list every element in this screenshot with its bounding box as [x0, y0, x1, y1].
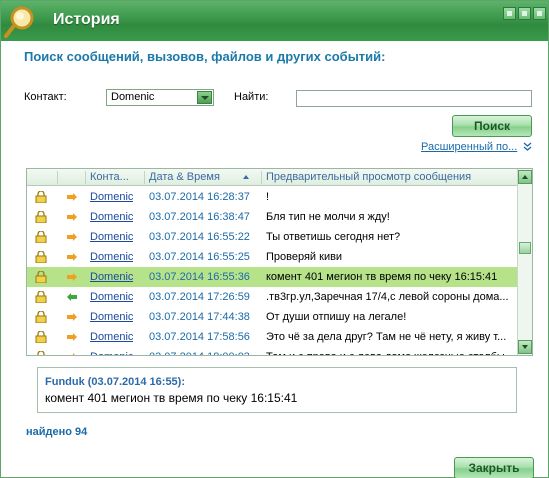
arrow-right-icon [67, 253, 77, 261]
page-heading: Поиск сообщений, вызовов, файлов и други… [24, 49, 386, 64]
table-header: Конта... Дата & Время Предварительный пр… [27, 169, 517, 186]
contact-link[interactable]: Domenic [90, 211, 133, 223]
column-divider [57, 171, 58, 184]
table-row[interactable]: Domenic 03.07.2014 16:55:22 Ты ответишь се… [27, 227, 517, 247]
find-label: Найти: [234, 91, 269, 103]
scroll-thumb[interactable] [519, 242, 531, 254]
column-divider [85, 171, 86, 184]
search-input[interactable] [296, 90, 532, 107]
datetime-cell: 03.07.2014 16:55:25 [149, 251, 250, 263]
window-title: История [53, 11, 120, 28]
datetime-cell: 03.07.2014 17:26:59 [149, 291, 250, 303]
contact-select[interactable]: Domenic [106, 89, 214, 106]
table-row[interactable]: Domenic 03.07.2014 17:44:38 От души отпишу… [27, 307, 517, 327]
user-lock-icon [35, 311, 47, 323]
user-lock-icon [35, 191, 47, 203]
arrow-right-icon [67, 333, 77, 341]
table-row[interactable]: Domenic 03.07.2014 16:55:25 Проверяй киви [27, 247, 517, 267]
message-preview-cell: .тв3гр.ул,Заречная 17/4,с левой сороны д… [266, 291, 509, 303]
message-preview-cell: Бля тип не молчи я жду! [266, 211, 390, 223]
found-count: найдено 94 [26, 426, 88, 438]
column-header-preview[interactable]: Предварительный просмотр сообщения [266, 171, 471, 183]
datetime-cell: 03.07.2014 17:58:56 [149, 331, 250, 343]
contact-link[interactable]: Domenic [90, 231, 133, 243]
contact-link[interactable]: Domenic [90, 271, 133, 283]
arrow-right-icon [67, 213, 77, 221]
contact-label: Контакт: [24, 91, 67, 103]
message-preview-cell: Там и с права и с лева дома железные сто… [266, 351, 516, 355]
message-preview-cell: Ты ответишь сегодня нет? [266, 231, 401, 243]
preview-header: Funduk (03.07.2014 16:55): [45, 376, 186, 388]
magnifier-logo-icon [4, 6, 34, 38]
message-preview-cell: Это чё за дела друг? Там не чё нету, я ж… [266, 331, 507, 343]
arrow-right-icon [67, 273, 77, 281]
table-row[interactable]: Domenic 03.07.2014 18:00:03 Там и с права … [27, 347, 517, 355]
vertical-scrollbar[interactable] [517, 169, 532, 355]
table-row[interactable]: Domenic 03.07.2014 16:28:37! [27, 187, 517, 207]
contact-link[interactable]: Domenic [90, 331, 133, 343]
arrow-right-icon [67, 233, 77, 241]
table-row[interactable]: Domenic 03.07.2014 17:58:56 Это чё за дела… [27, 327, 517, 347]
datetime-cell: 03.07.2014 16:28:37 [149, 191, 250, 203]
contact-link[interactable]: Domenic [90, 291, 133, 303]
column-divider [261, 171, 262, 184]
results-table: Конта... Дата & Время Предварительный пр… [26, 168, 533, 356]
column-divider [144, 171, 145, 184]
user-lock-icon [35, 231, 47, 243]
message-preview-cell: комент 401 мегион тв время по чеку 16:15… [266, 271, 498, 283]
double-chevron-down-icon[interactable] [523, 142, 532, 151]
message-preview: Funduk (03.07.2014 16:55): комент 401 ме… [37, 367, 517, 413]
datetime-cell: 03.07.2014 17:44:38 [149, 311, 250, 323]
datetime-cell: 03.07.2014 16:38:47 [149, 211, 250, 223]
sort-ascending-icon [243, 175, 249, 179]
contact-link[interactable]: Domenic [90, 191, 133, 203]
close-button[interactable]: Закрыть [454, 457, 534, 478]
chevron-down-icon[interactable] [197, 91, 212, 104]
maximize-button[interactable] [518, 7, 531, 20]
scroll-up-button[interactable] [518, 170, 532, 184]
table-row[interactable]: Domenic 03.07.2014 16:55:36 комент 401 мег… [27, 267, 517, 287]
scroll-down-button[interactable] [518, 340, 532, 354]
close-window-button[interactable] [533, 7, 546, 20]
message-preview-cell: От души отпишу на легале! [266, 311, 407, 323]
arrow-right-icon [67, 313, 77, 321]
advanced-search-link[interactable]: Расширенный по... [421, 141, 517, 153]
datetime-cell: 03.07.2014 16:55:22 [149, 231, 250, 243]
table-row[interactable]: Domenic 03.07.2014 17:26:59 .тв3гр.ул,Заре… [27, 287, 517, 307]
user-lock-icon [35, 271, 47, 283]
minimize-button[interactable] [503, 7, 516, 20]
column-header-contact[interactable]: Конта... [90, 171, 129, 183]
arrow-right-icon [67, 353, 75, 355]
contact-link[interactable]: Domenic [90, 351, 133, 355]
arrow-right-icon [67, 193, 77, 201]
column-header-datetime[interactable]: Дата & Время [149, 171, 220, 183]
contact-link[interactable]: Domenic [90, 311, 133, 323]
contact-link[interactable]: Domenic [90, 251, 133, 263]
history-window: История Поиск сообщений, вызовов, файлов… [0, 0, 549, 478]
contact-select-value: Domenic [111, 91, 155, 103]
datetime-cell: 03.07.2014 16:55:36 [149, 271, 250, 283]
message-preview-cell: Проверяй киви [266, 251, 343, 263]
user-lock-icon [35, 251, 47, 263]
table-row[interactable]: Domenic 03.07.2014 16:38:47 Бля тип не мол… [27, 207, 517, 227]
title-bar[interactable]: История [1, 1, 548, 41]
user-lock-icon [35, 211, 47, 223]
datetime-cell: 03.07.2014 18:00:03 [149, 351, 250, 355]
message-preview-cell: ! [266, 191, 270, 203]
user-lock-icon [37, 351, 45, 355]
arrow-left-icon [67, 293, 77, 301]
search-button[interactable]: Поиск [452, 115, 532, 137]
user-lock-icon [35, 331, 47, 343]
preview-body: комент 401 мегион тв время по чеку 16:15… [45, 391, 298, 405]
user-lock-icon [35, 291, 47, 303]
